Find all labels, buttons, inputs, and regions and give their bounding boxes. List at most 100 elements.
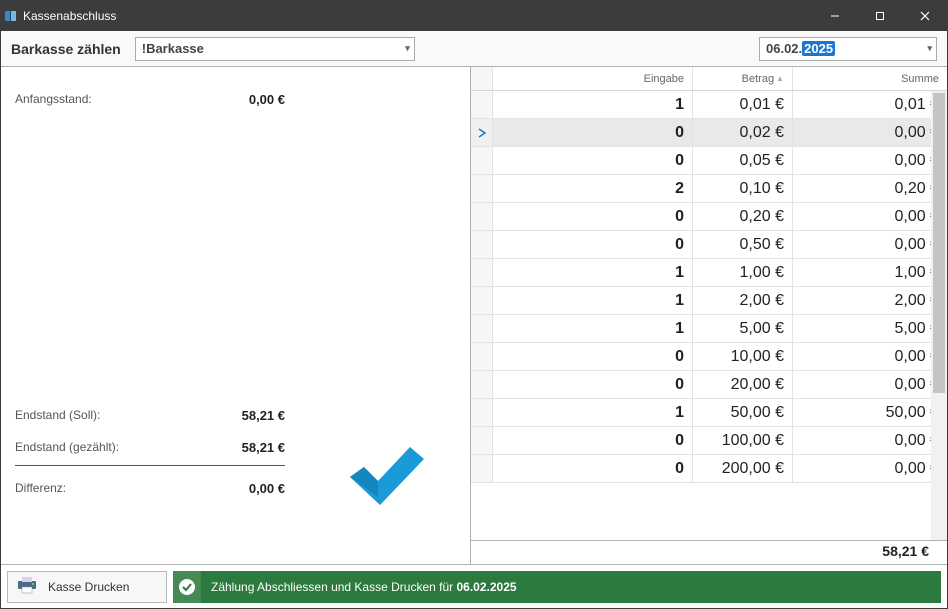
cell-input[interactable]: 0 — [493, 203, 693, 230]
row-indicator — [471, 231, 493, 258]
row-indicator — [471, 427, 493, 454]
window-title: Kassenabschluss — [21, 9, 812, 23]
cell-sum: 50,00 € — [793, 399, 947, 426]
cell-amount: 200,00 € — [693, 455, 793, 482]
row-indicator — [471, 203, 493, 230]
cell-amount: 2,00 € — [693, 287, 793, 314]
row-indicator — [471, 399, 493, 426]
cell-sum: 0,20 € — [793, 175, 947, 202]
grid: Eingabe Betrag▲ Summe 10,01 €0,01 €00,02… — [471, 67, 947, 540]
cell-input[interactable]: 0 — [493, 371, 693, 398]
cashbox-dropdown-value: !Barkasse — [142, 41, 204, 56]
cell-input[interactable]: 0 — [493, 119, 693, 146]
cell-amount: 0,10 € — [693, 175, 793, 202]
table-row[interactable]: 00,02 €0,00 € — [471, 119, 947, 147]
row-indicator — [471, 455, 493, 482]
table-row[interactable]: 15,00 €5,00 € — [471, 315, 947, 343]
table-row[interactable]: 20,10 €0,20 € — [471, 175, 947, 203]
cell-input[interactable]: 1 — [493, 287, 693, 314]
row-indicator — [471, 259, 493, 286]
toolbar: Barkasse zählen !Barkasse ▾ 06.02.2025 ▾ — [1, 31, 947, 67]
row-indicator — [471, 287, 493, 314]
summary-panel: Anfangsstand: 0,00 € Endstand (Soll): 58… — [1, 67, 471, 564]
table-row[interactable]: 11,00 €1,00 € — [471, 259, 947, 287]
cell-amount: 1,00 € — [693, 259, 793, 286]
confirm-button[interactable]: Zählung Abschliessen und Kasse Drucken f… — [173, 571, 941, 603]
summary-diff-label: Differenz: — [15, 481, 165, 495]
grid-total-row: 58,21 € — [471, 540, 947, 564]
cell-input[interactable]: 0 — [493, 231, 693, 258]
summary-counted-label: Endstand (gezählt): — [15, 440, 165, 454]
cell-sum: 2,00 € — [793, 287, 947, 314]
table-row[interactable]: 020,00 €0,00 € — [471, 371, 947, 399]
summary-soll-row: Endstand (Soll): 58,21 € — [15, 399, 455, 431]
table-row[interactable]: 00,20 €0,00 € — [471, 203, 947, 231]
footer: Kasse Drucken Zählung Abschliessen und K… — [1, 564, 947, 608]
cell-input[interactable]: 0 — [493, 455, 693, 482]
row-indicator — [471, 315, 493, 342]
cell-input[interactable]: 1 — [493, 399, 693, 426]
cell-sum: 0,00 € — [793, 119, 947, 146]
close-button[interactable] — [902, 1, 947, 31]
cell-input[interactable]: 1 — [493, 315, 693, 342]
grid-header: Eingabe Betrag▲ Summe — [471, 67, 947, 91]
scrollbar-thumb[interactable] — [933, 93, 945, 393]
body: Anfangsstand: 0,00 € Endstand (Soll): 58… — [1, 67, 947, 564]
cell-input[interactable]: 1 — [493, 259, 693, 286]
cell-amount: 0,02 € — [693, 119, 793, 146]
grid-header-input[interactable]: Eingabe — [493, 67, 693, 90]
row-indicator — [471, 147, 493, 174]
cell-amount: 5,00 € — [693, 315, 793, 342]
table-row[interactable]: 10,01 €0,01 € — [471, 91, 947, 119]
summary-soll-value: 58,21 € — [165, 408, 285, 423]
chevron-down-icon: ▾ — [927, 43, 932, 54]
cell-amount: 0,01 € — [693, 91, 793, 118]
cell-sum: 0,00 € — [793, 147, 947, 174]
cell-sum: 1,00 € — [793, 259, 947, 286]
summary-start-label: Anfangsstand: — [15, 92, 165, 106]
table-row[interactable]: 010,00 €0,00 € — [471, 343, 947, 371]
summary-diff-value: 0,00 € — [165, 481, 285, 496]
row-indicator — [471, 343, 493, 370]
cell-sum: 0,00 € — [793, 203, 947, 230]
cell-amount: 0,05 € — [693, 147, 793, 174]
maximize-button[interactable] — [857, 1, 902, 31]
cell-input[interactable]: 0 — [493, 427, 693, 454]
table-row[interactable]: 0100,00 €0,00 € — [471, 427, 947, 455]
checkmark-icon — [340, 439, 430, 514]
cell-sum: 0,01 € — [793, 91, 947, 118]
grid-header-indicator — [471, 67, 493, 90]
cashbox-dropdown[interactable]: !Barkasse ▾ — [135, 37, 415, 61]
summary-start-value: 0,00 € — [165, 92, 285, 107]
cell-input[interactable]: 0 — [493, 147, 693, 174]
table-row[interactable]: 0200,00 €0,00 € — [471, 455, 947, 483]
table-row[interactable]: 150,00 €50,00 € — [471, 399, 947, 427]
divider — [15, 465, 285, 466]
chevron-down-icon: ▾ — [405, 43, 410, 54]
grid-total-value: 58,21 € — [882, 541, 947, 564]
confirm-button-label: Zählung Abschliessen und Kasse Drucken f… — [211, 580, 517, 594]
scrollbar[interactable] — [931, 91, 947, 540]
cell-input[interactable]: 1 — [493, 91, 693, 118]
toolbar-label: Barkasse zählen — [11, 41, 121, 57]
summary-counted-value: 58,21 € — [165, 440, 285, 455]
cell-sum: 0,00 € — [793, 427, 947, 454]
minimize-button[interactable] — [812, 1, 857, 31]
table-row[interactable]: 00,05 €0,00 € — [471, 147, 947, 175]
print-button-label: Kasse Drucken — [48, 580, 129, 594]
date-picker[interactable]: 06.02.2025 ▾ — [759, 37, 937, 61]
cell-sum: 0,00 € — [793, 343, 947, 370]
check-icon — [173, 571, 201, 603]
cell-input[interactable]: 0 — [493, 343, 693, 370]
cell-amount: 0,20 € — [693, 203, 793, 230]
cell-amount: 50,00 € — [693, 399, 793, 426]
table-row[interactable]: 00,50 €0,00 € — [471, 231, 947, 259]
cell-input[interactable]: 2 — [493, 175, 693, 202]
grid-header-amount[interactable]: Betrag▲ — [693, 67, 793, 90]
row-indicator — [471, 175, 493, 202]
sort-asc-icon: ▲ — [776, 74, 784, 83]
grid-header-sum[interactable]: Summe — [793, 67, 947, 90]
print-button[interactable]: Kasse Drucken — [7, 571, 167, 603]
cell-sum: 5,00 € — [793, 315, 947, 342]
table-row[interactable]: 12,00 €2,00 € — [471, 287, 947, 315]
